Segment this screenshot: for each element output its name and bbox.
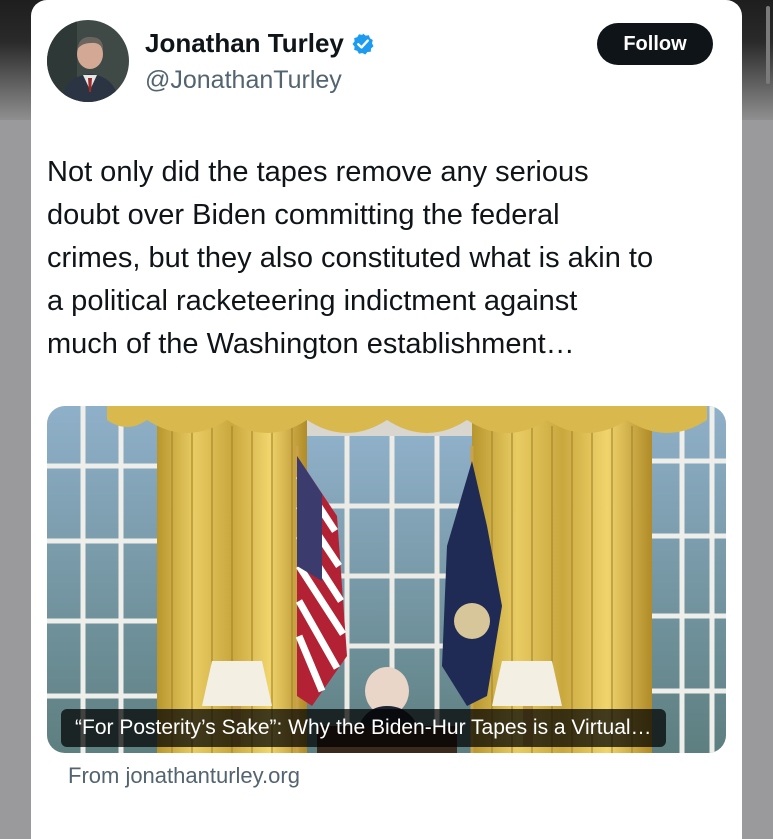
link-card-image[interactable]: “For Posterity’s Sake”: Why the Biden-Hu… bbox=[47, 406, 726, 753]
link-card-source[interactable]: From jonathanturley.org bbox=[68, 763, 300, 789]
tweet-text-line: doubt over Biden committing the federal bbox=[47, 199, 560, 231]
scrollbar-thumb[interactable] bbox=[766, 6, 770, 84]
link-card-caption: “For Posterity’s Sake”: Why the Biden-Hu… bbox=[61, 709, 666, 747]
tweet-text-line: crimes, but they also constituted what i… bbox=[47, 242, 654, 274]
avatar-image bbox=[47, 20, 129, 102]
author-name-row: Jonathan Turley bbox=[145, 28, 375, 59]
tweet-card: Jonathan Turley @JonathanTurley Follow N… bbox=[31, 0, 770, 839]
avatar[interactable] bbox=[47, 20, 129, 102]
oval-office-photo bbox=[47, 406, 726, 753]
follow-button[interactable]: Follow bbox=[597, 23, 713, 65]
verified-badge-icon bbox=[351, 32, 375, 56]
tweet-text-line: much of the Washington establishment… bbox=[47, 328, 575, 360]
author-name[interactable]: Jonathan Turley bbox=[145, 28, 344, 59]
tweet-text-line: Not only did the tapes remove any seriou… bbox=[47, 156, 589, 188]
tweet-text-line: a political racketeering indictment agai… bbox=[47, 285, 578, 317]
author-handle[interactable]: @JonathanTurley bbox=[145, 66, 342, 95]
tweet-text: Not only did the tapes remove any seriou… bbox=[47, 151, 732, 366]
